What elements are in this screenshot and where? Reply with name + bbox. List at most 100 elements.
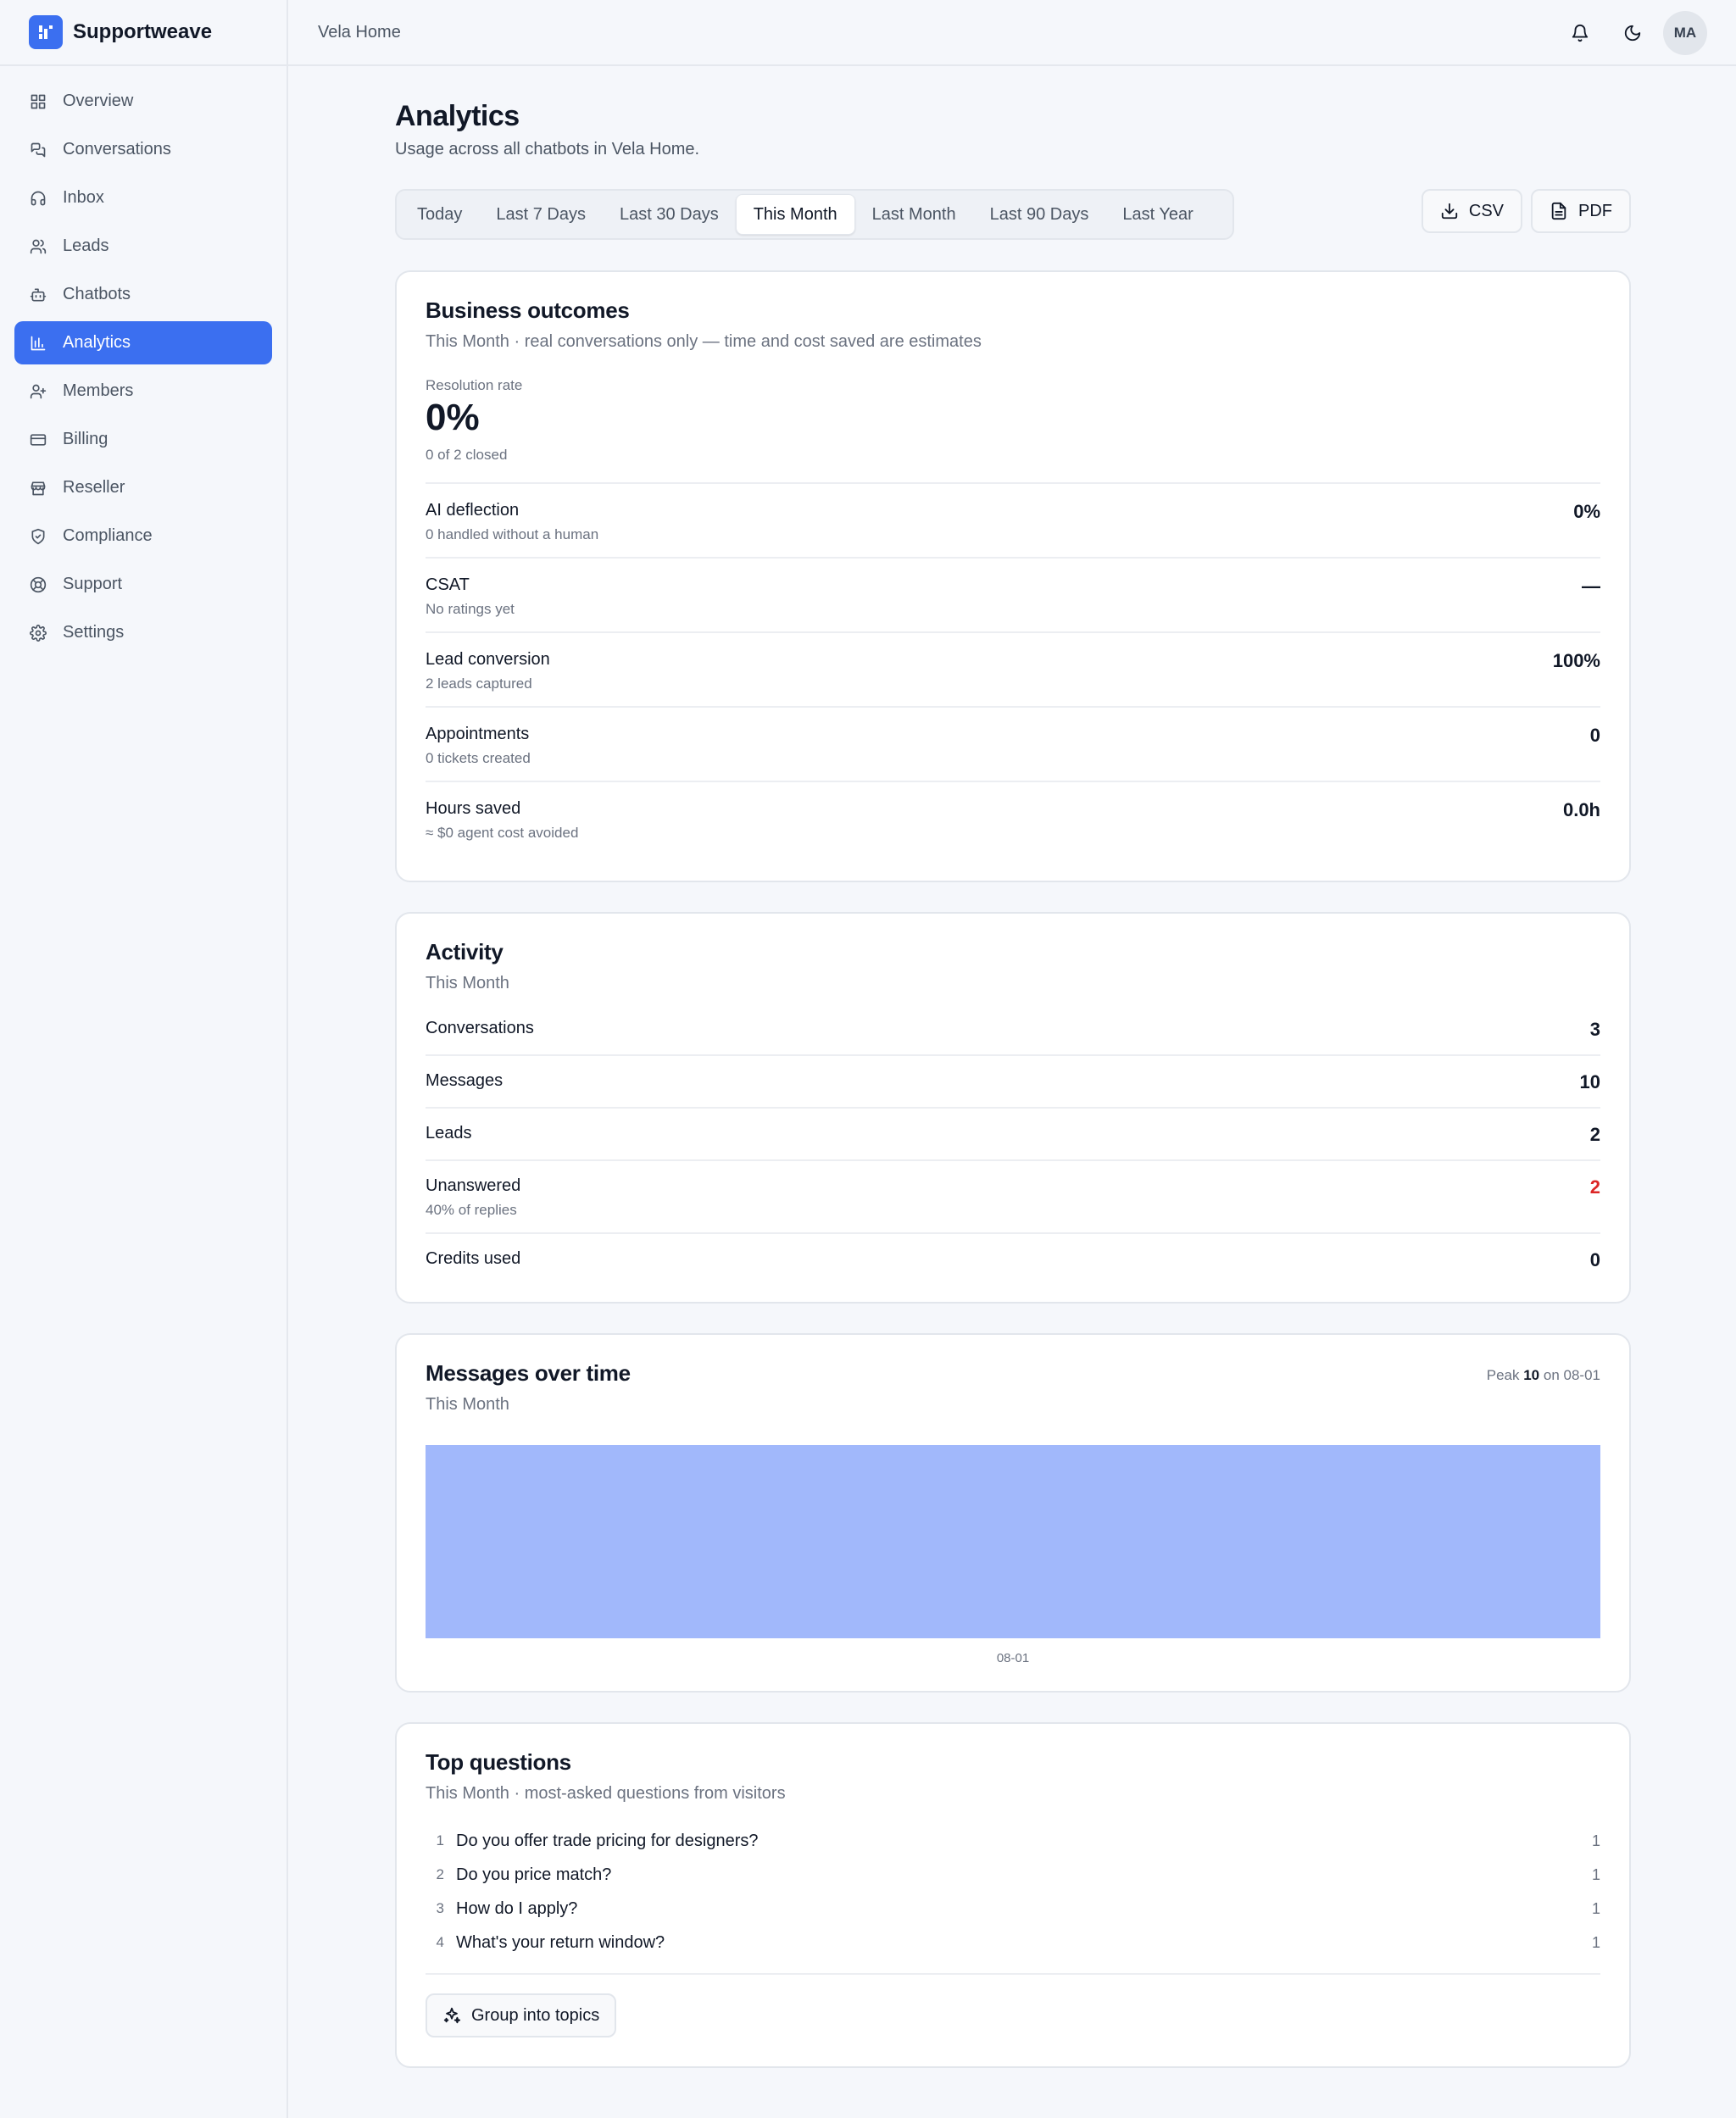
tab-last-7-days[interactable]: Last 7 Days [479,194,603,235]
csv-export-button[interactable]: CSV [1421,189,1522,233]
messages-chart-card: Messages over time This Month Peak 10 on… [395,1333,1631,1693]
chart-title: Messages over time [426,1360,631,1386]
group-into-topics-button[interactable]: Group into topics [426,1993,617,2037]
users-icon [29,237,47,256]
activity-value: 0 [1589,1249,1600,1270]
export-buttons: CSV PDF [1413,189,1631,233]
activity-text: Messages [426,1071,503,1091]
activity-label: Credits used [426,1249,521,1268]
bell-icon[interactable] [1558,11,1602,55]
brand[interactable]: Supportweave [0,0,287,66]
group-into-topics-label: Group into topics [471,2005,600,2025]
sidebar-item-reseller[interactable]: Reseller [14,466,272,509]
sidebar: Supportweave Overview Conversations Inbox L… [0,0,288,2118]
sidebar-item-overview[interactable]: Overview [14,80,272,123]
tab-this-month[interactable]: This Month [735,194,855,235]
card-title: Activity [426,939,504,964]
page-title: Analytics [395,100,520,132]
activity-unanswered: Unanswered 40% of replies 2 [426,1159,1600,1232]
question-rank: 3 [436,1900,444,1916]
pdf-export-button[interactable]: PDF [1531,189,1631,233]
peak-value: 10 [1523,1367,1540,1383]
tab-last-month[interactable]: Last Month [855,194,973,235]
activity-label: Messages [426,1071,504,1090]
messages-chart: 08-01 [426,1445,1600,1665]
sidebar-item-conversations[interactable]: Conversations [14,128,272,171]
workspace-name[interactable]: Vela Home [318,23,401,42]
sidebar-item-leads[interactable]: Leads [14,225,272,268]
metric-label: CSAT [426,575,470,594]
metric-csat: CSAT No ratings yet — [426,557,1600,631]
tab-today[interactable]: Today [400,194,479,235]
avatar[interactable]: MA [1663,11,1707,55]
credit-card-icon [30,433,47,446]
sidebar-item-label: Support [63,575,123,593]
top-actions: MA [1550,11,1707,55]
question-item[interactable]: 1 Do you offer trade pricing for designer… [426,1824,1600,1858]
question-list: 1 Do you offer trade pricing for designer… [426,1824,1600,1960]
outcome-metrics: AI deflection 0 handled without a human 0%… [426,482,1600,855]
sidebar-item-label: Conversations [63,140,171,158]
activity-value: 2 [1589,1124,1600,1145]
activity-text: Credits used [426,1249,520,1269]
activity-sub: 40% of replies [426,1202,517,1218]
card-title: Business outcomes [426,297,630,323]
activity-leads: Leads 2 [426,1107,1600,1159]
sidebar-nav: Overview Conversations Inbox Leads Chatbots A… [0,66,287,673]
metric-text: CSAT No ratings yet [426,575,515,618]
metric-text: AI deflection 0 handled without a human [426,501,598,543]
sidebar-item-inbox[interactable]: Inbox [14,176,272,220]
sidebar-item-label: Chatbots [63,285,131,303]
chart-header: Messages over time This Month Peak 10 on… [426,1360,1600,1415]
peak-prefix: Peak [1486,1367,1520,1383]
tab-last-30-days[interactable]: Last 30 Days [603,194,736,235]
metric-lead-conversion: Lead conversion 2 leads captured 100% [426,631,1600,706]
chat-icon [29,141,47,159]
metric-sub: 2 leads captured [426,675,532,692]
sidebar-item-label: Overview [63,92,134,110]
credit-card-icon [29,431,47,449]
activity-label: Leads [426,1124,472,1142]
headset-icon [31,191,46,205]
question-item[interactable]: 4 What's your return window? 1 [426,1926,1600,1960]
moon-icon[interactable] [1611,11,1655,55]
metric-text: Hours saved ≈ $0 agent cost avoided [426,799,578,842]
sidebar-item-compliance[interactable]: Compliance [14,514,272,558]
question-item[interactable]: 2 Do you price match? 1 [426,1858,1600,1892]
activity-metrics: Conversations 3 Messages 10 Leads 2 Unanswered… [426,1003,1600,1285]
activity-text: Leads [426,1124,472,1143]
peak-readout: Peak 10 on 08-01 [1487,1367,1600,1415]
sidebar-item-label: Billing [63,430,108,448]
resolution-rate-label: Resolution rate [426,377,523,393]
sidebar-item-analytics[interactable]: Analytics [14,321,272,364]
sidebar-item-label: Analytics [63,333,131,352]
question-count: 1 [1591,1865,1600,1883]
sidebar-item-members[interactable]: Members [14,370,272,413]
pdf-label: PDF [1578,201,1612,220]
sidebar-item-chatbots[interactable]: Chatbots [14,273,272,316]
sidebar-item-label: Reseller [63,478,125,497]
question-item[interactable]: 3 How do I apply? 1 [426,1892,1600,1926]
sidebar-item-label: Members [63,381,134,400]
activity-label: Conversations [426,1019,534,1037]
metric-sub: 0 handled without a human [426,526,599,542]
tab-last-90-days[interactable]: Last 90 Days [973,194,1106,235]
metric-value: 0 [1589,725,1600,746]
tab-last-year[interactable]: Last Year [1105,194,1210,235]
sidebar-item-settings[interactable]: Settings [14,611,272,654]
card-title: Top questions [426,1749,571,1775]
gear-icon [30,624,47,642]
metric-hours-saved: Hours saved ≈ $0 agent cost avoided 0.0h [426,781,1600,855]
shield-check-icon [29,527,47,546]
sidebar-item-billing[interactable]: Billing [14,418,272,461]
top-questions-card: Top questions This Month · most-asked qu… [395,1722,1631,2068]
question-text: What's your return window? [456,1932,665,1952]
metric-value: 0.0h [1562,799,1600,820]
card-subtitle: This Month · real conversations only — t… [426,332,982,351]
question-text: How do I apply? [456,1898,578,1918]
chart-area-fill [426,1445,1600,1638]
topbar: Vela Home MA [288,0,1736,66]
main-content: Analytics Usage across all chatbots in V… [395,66,1631,2068]
date-range-tabs: Today Last 7 Days Last 30 Days This Month La… [395,189,1234,240]
sidebar-item-support[interactable]: Support [14,563,272,606]
